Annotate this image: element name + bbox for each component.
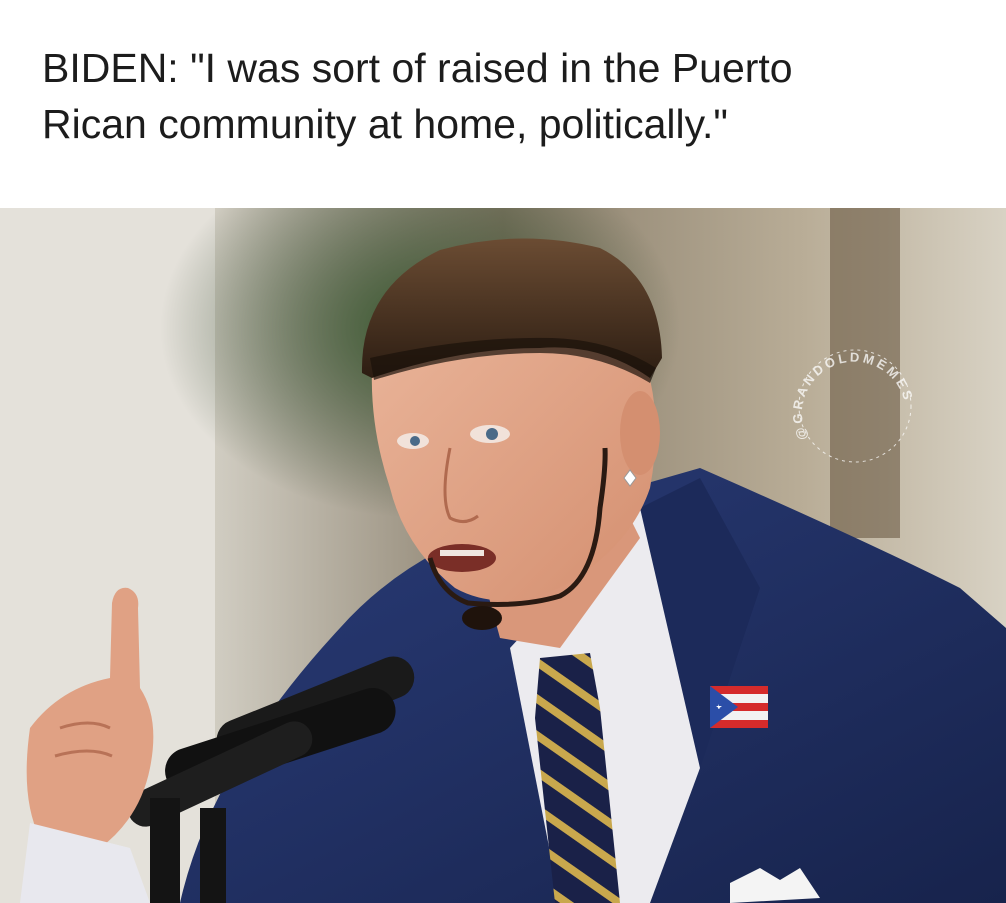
ear <box>620 391 660 475</box>
meme-caption: BIDEN: "I was sort of raised in the Puer… <box>0 0 1006 208</box>
goatee <box>462 606 502 630</box>
caption-text: BIDEN: "I was sort of raised in the Puer… <box>42 45 793 147</box>
meme-photo: @GRANDOLDMEMES <box>0 208 1006 903</box>
mouth <box>428 544 496 572</box>
photo-illustration: @GRANDOLDMEMES <box>0 208 1006 903</box>
flag-pin-icon <box>710 686 768 728</box>
